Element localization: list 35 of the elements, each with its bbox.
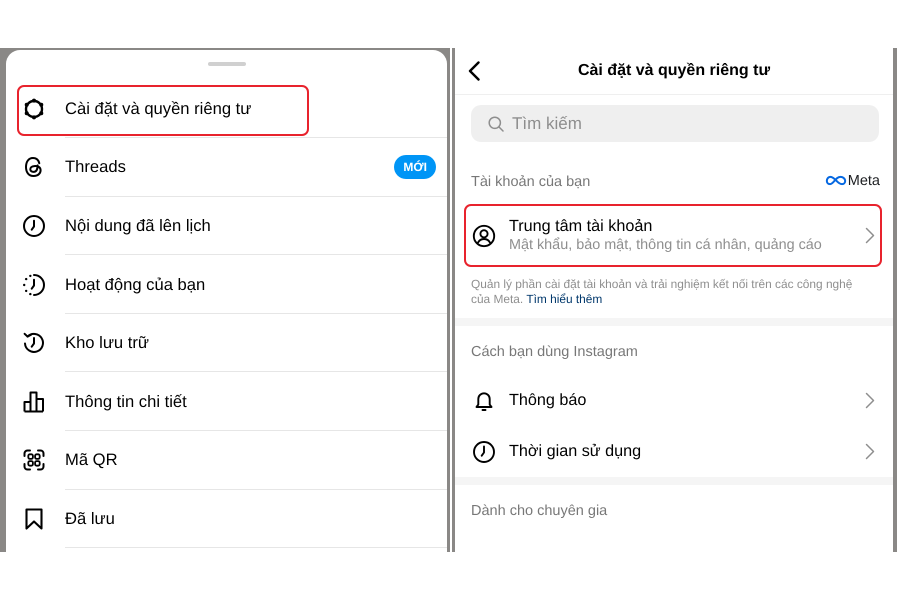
infinity-icon bbox=[824, 175, 847, 186]
back-icon[interactable] bbox=[468, 61, 480, 81]
menu-item[interactable]: Thông tin chi tiết bbox=[6, 372, 447, 432]
chevron-right-icon bbox=[865, 392, 875, 409]
new-badge: MỚI bbox=[394, 155, 436, 180]
clock-icon bbox=[22, 214, 46, 238]
settings-item[interactable]: Thông báo bbox=[464, 375, 882, 426]
item-description: Mật khẩu, bảo mật, thông tin cá nhân, quảng cáo bbox=[509, 236, 822, 254]
menu-item[interactable]: Cài đặt và quyền riêng tư bbox=[6, 80, 447, 138]
user-icon bbox=[472, 224, 496, 248]
menu-item[interactable]: Kho lưu trữ bbox=[6, 314, 447, 372]
screen-title: Cài đặt và quyền riêng tư bbox=[576, 62, 772, 80]
learn-more-link[interactable]: Tìm hiểu thêm bbox=[526, 292, 602, 306]
dashed-clock-icon bbox=[22, 272, 46, 297]
settings-icon bbox=[22, 96, 46, 121]
menu-item[interactable]: Mã QR bbox=[6, 431, 447, 490]
brand-label: Meta bbox=[848, 172, 880, 188]
chevron-right-icon bbox=[865, 443, 875, 460]
clock-icon bbox=[472, 440, 496, 464]
bar-chart-icon bbox=[22, 390, 46, 414]
drag-handle[interactable] bbox=[208, 62, 246, 66]
menu-item[interactable]: Đã lưu bbox=[6, 490, 447, 548]
settings-item[interactable]: Trung tâm tài khoản Mật khẩu, bảo mật, thông tin cá nhân, quảng cáo bbox=[464, 204, 882, 267]
section-heading: Tài khoản của bạn bbox=[471, 174, 590, 190]
section-heading: Dành cho chuyên gia bbox=[471, 503, 608, 519]
section-heading: Cách bạn dùng Instagram bbox=[471, 344, 638, 360]
menu-item[interactable]: Hoạt động của bạn bbox=[6, 255, 447, 314]
qr-code-icon bbox=[22, 448, 46, 472]
menu-item[interactable]: Nội dung đã lên lịch bbox=[6, 196, 447, 256]
section-note: Quản lý phần cài đặt tài khoản và trải nghiệm kết nối trên các công nghệ của Meta. Tìm hiểu thêm bbox=[471, 277, 854, 306]
chevron-right-icon bbox=[865, 227, 875, 244]
search-icon bbox=[488, 116, 504, 132]
settings-item[interactable]: Thời gian sử dụng bbox=[464, 426, 882, 477]
history-icon bbox=[22, 331, 46, 356]
menu-item[interactable]: Threads MỚI bbox=[6, 138, 447, 197]
